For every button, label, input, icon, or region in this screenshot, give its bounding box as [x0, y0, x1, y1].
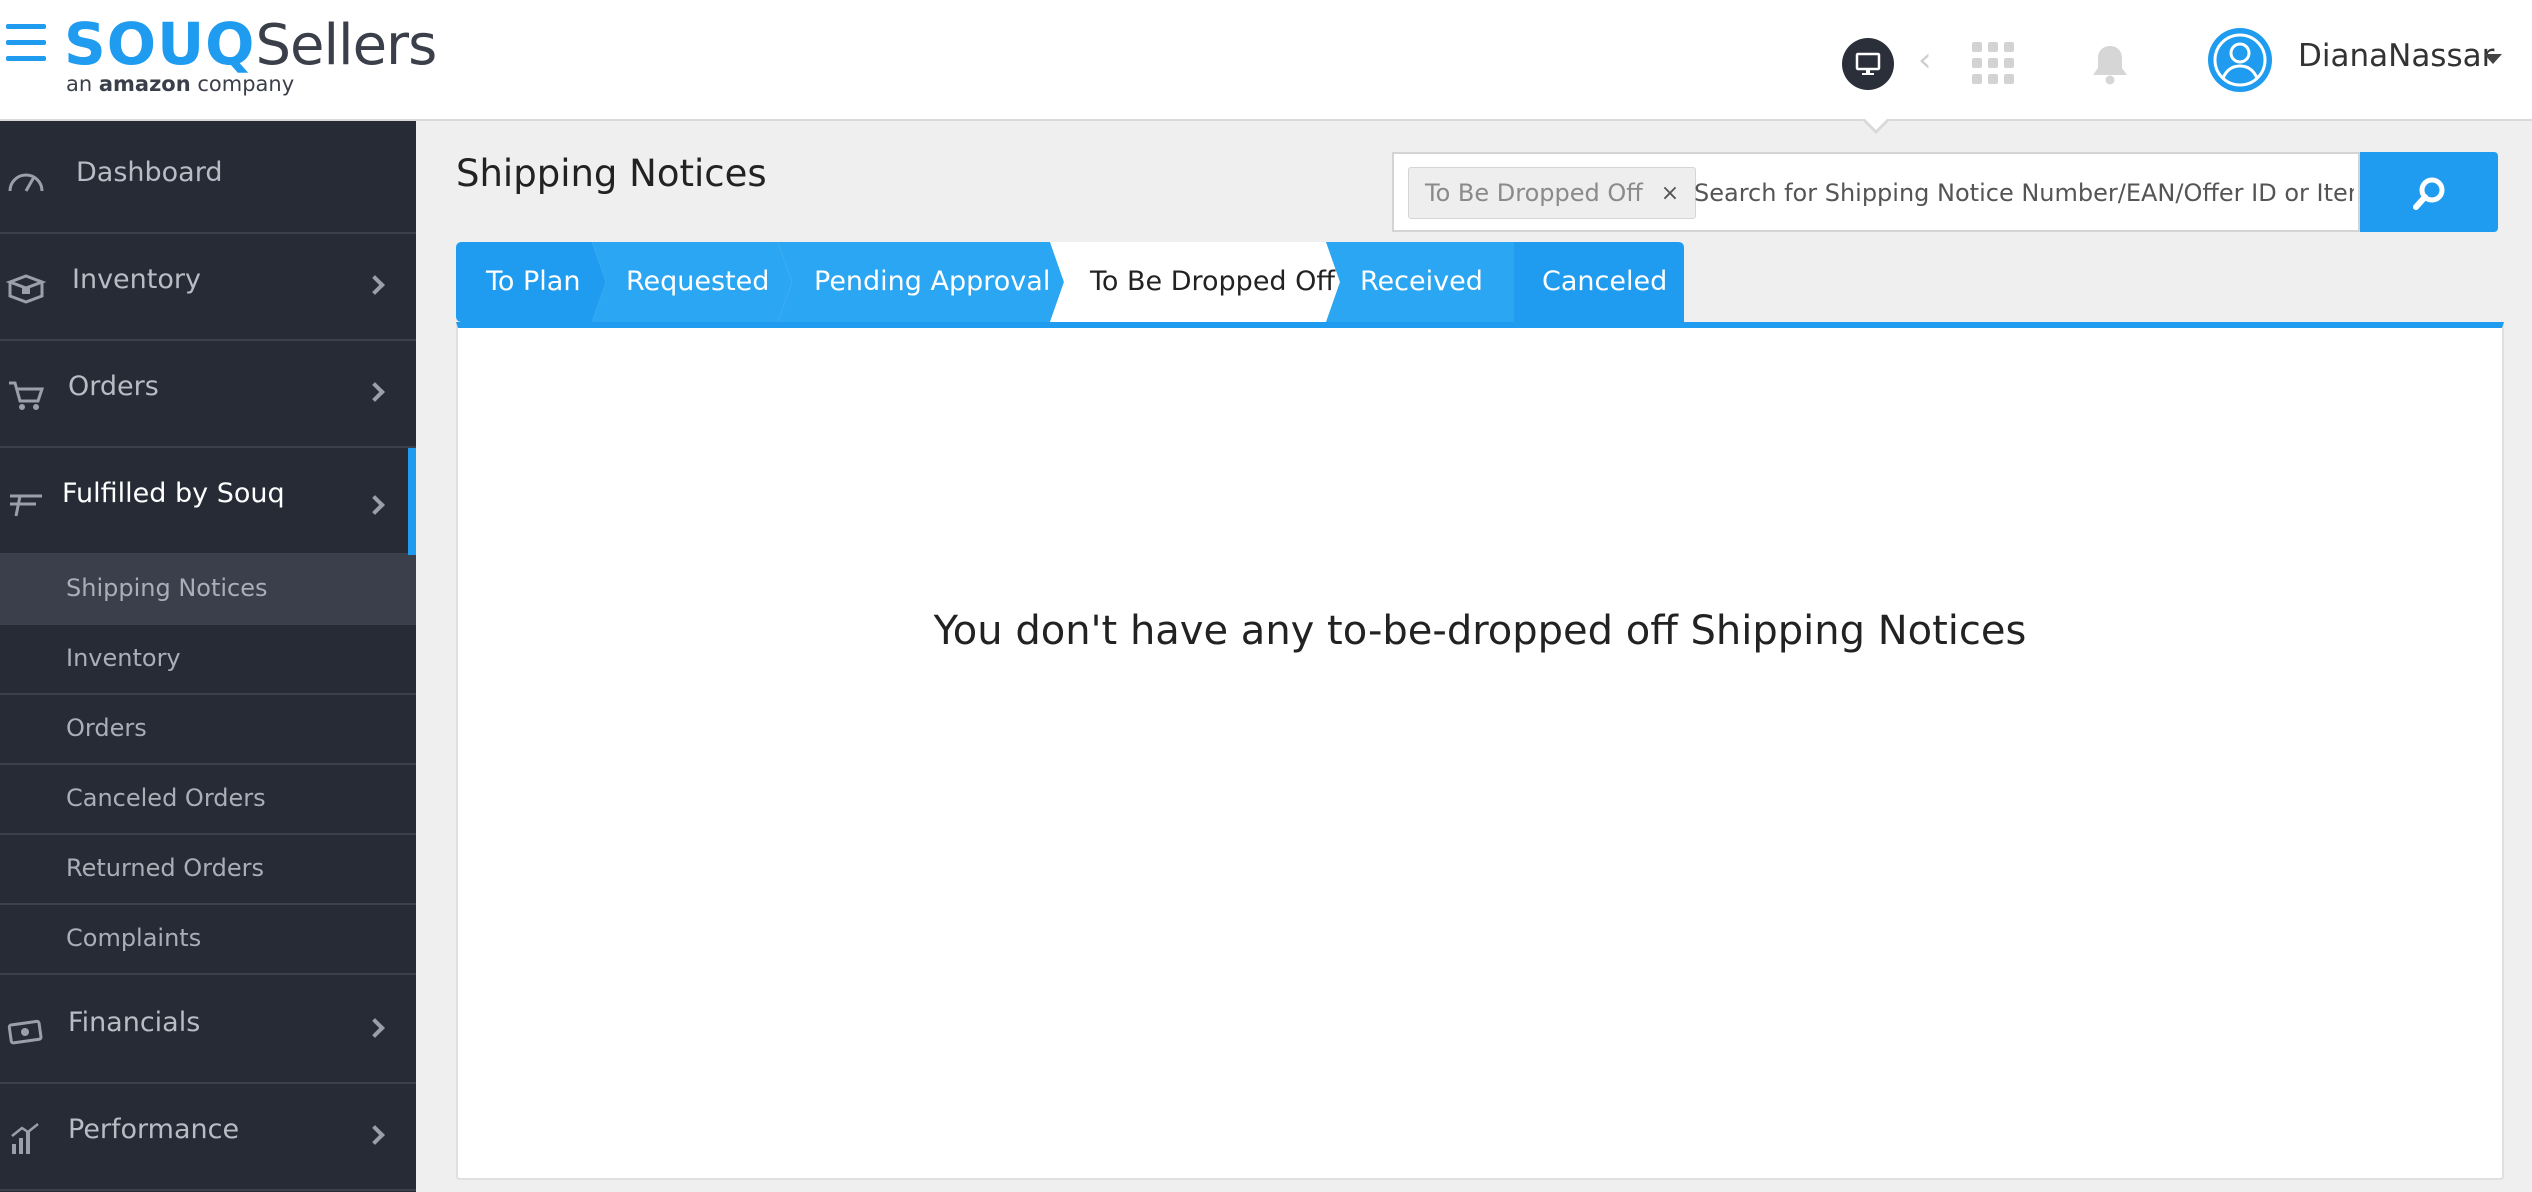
hamburger-menu-icon[interactable] [6, 22, 48, 64]
chevron-right-icon [365, 382, 385, 402]
apps-grid-icon[interactable] [1972, 42, 2014, 84]
logo-brand: SOUQ [64, 10, 256, 78]
tab-to-plan[interactable]: To Plan [456, 242, 606, 322]
close-icon[interactable]: × [1661, 181, 1679, 206]
page-title: Shipping Notices [456, 152, 767, 195]
chevron-right-icon [365, 275, 385, 295]
sidebar-item-label: Dashboard [76, 157, 223, 188]
filter-chip-label: To Be Dropped Off [1425, 179, 1643, 207]
money-icon [7, 1019, 43, 1045]
top-header: SOUQSellers an amazon company ‹ DianaNas… [0, 0, 2532, 134]
sidebar-item-financials[interactable]: Financials [0, 977, 416, 1084]
chevron-right-icon [365, 1018, 385, 1038]
sidebar-item-fulfilled-by-souq[interactable]: Fulfilled by Souq [0, 448, 416, 555]
sub-item-returned-orders[interactable]: Returned Orders [0, 835, 416, 905]
sidebar-item-label: Performance [68, 1114, 240, 1145]
sub-item-complaints[interactable]: Complaints [0, 905, 416, 975]
chevron-right-icon [365, 495, 385, 515]
logo-product: Sellers [255, 13, 437, 78]
notification-bell-icon[interactable] [2090, 42, 2130, 86]
sub-item-shipping-notices[interactable]: Shipping Notices [0, 555, 416, 625]
sub-item-inventory[interactable]: Inventory [0, 625, 416, 695]
fulfilled-icon [10, 494, 42, 517]
tab-canceled[interactable]: Canceled [1514, 242, 1684, 322]
sidebar-item-label: Fulfilled by Souq [62, 478, 285, 509]
chevron-down-icon[interactable] [2484, 54, 2502, 64]
sub-item-orders[interactable]: Orders [0, 695, 416, 765]
monitor-icon[interactable] [1842, 38, 1894, 90]
search-button[interactable] [2360, 152, 2498, 232]
tab-received[interactable]: Received [1326, 242, 1514, 322]
sidebar: Dashboard Inventory Orders Fulfilled by … [0, 121, 416, 1192]
user-avatar-icon[interactable] [2208, 28, 2272, 92]
filter-chip[interactable]: To Be Dropped Off × [1408, 167, 1697, 219]
active-indicator [408, 448, 416, 555]
header-pointer-caret [1862, 118, 1890, 134]
empty-state-message: You don't have any to-be-dropped off Shi… [933, 608, 2027, 654]
cart-icon [9, 381, 45, 410]
box-icon [6, 274, 46, 304]
search-box: To Be Dropped Off × [1392, 152, 2360, 232]
tab-requested[interactable]: Requested [592, 242, 792, 322]
tab-pending-approval[interactable]: Pending Approval [778, 242, 1064, 322]
search-input[interactable] [1694, 170, 2354, 216]
sub-item-canceled-orders[interactable]: Canceled Orders [0, 765, 416, 835]
sidebar-item-label: Inventory [72, 264, 201, 295]
gauge-icon [8, 173, 44, 192]
logo-tagline: an amazon company [66, 72, 295, 96]
sidebar-item-label: Financials [68, 1007, 201, 1038]
sidebar-item-dashboard[interactable]: Dashboard [0, 127, 416, 234]
chevron-right-icon [365, 1125, 385, 1145]
sidebar-item-orders[interactable]: Orders [0, 341, 416, 448]
content-panel: You don't have any to-be-dropped off Shi… [456, 322, 2504, 1180]
sidebar-item-inventory[interactable]: Inventory [0, 234, 416, 341]
sidebar-item-performance[interactable]: Performance [0, 1084, 416, 1191]
bar-chart-icon [11, 1123, 39, 1154]
tab-to-be-dropped-off[interactable]: To Be Dropped Off [1050, 242, 1340, 322]
sidebar-item-label: Orders [68, 371, 159, 402]
chevron-left-icon[interactable]: ‹ [1918, 40, 1932, 80]
souq-sellers-logo[interactable]: SOUQSellers an amazon company [64, 12, 454, 102]
user-name[interactable]: DianaNassar [2298, 38, 2494, 74]
search-icon [2413, 177, 2445, 210]
